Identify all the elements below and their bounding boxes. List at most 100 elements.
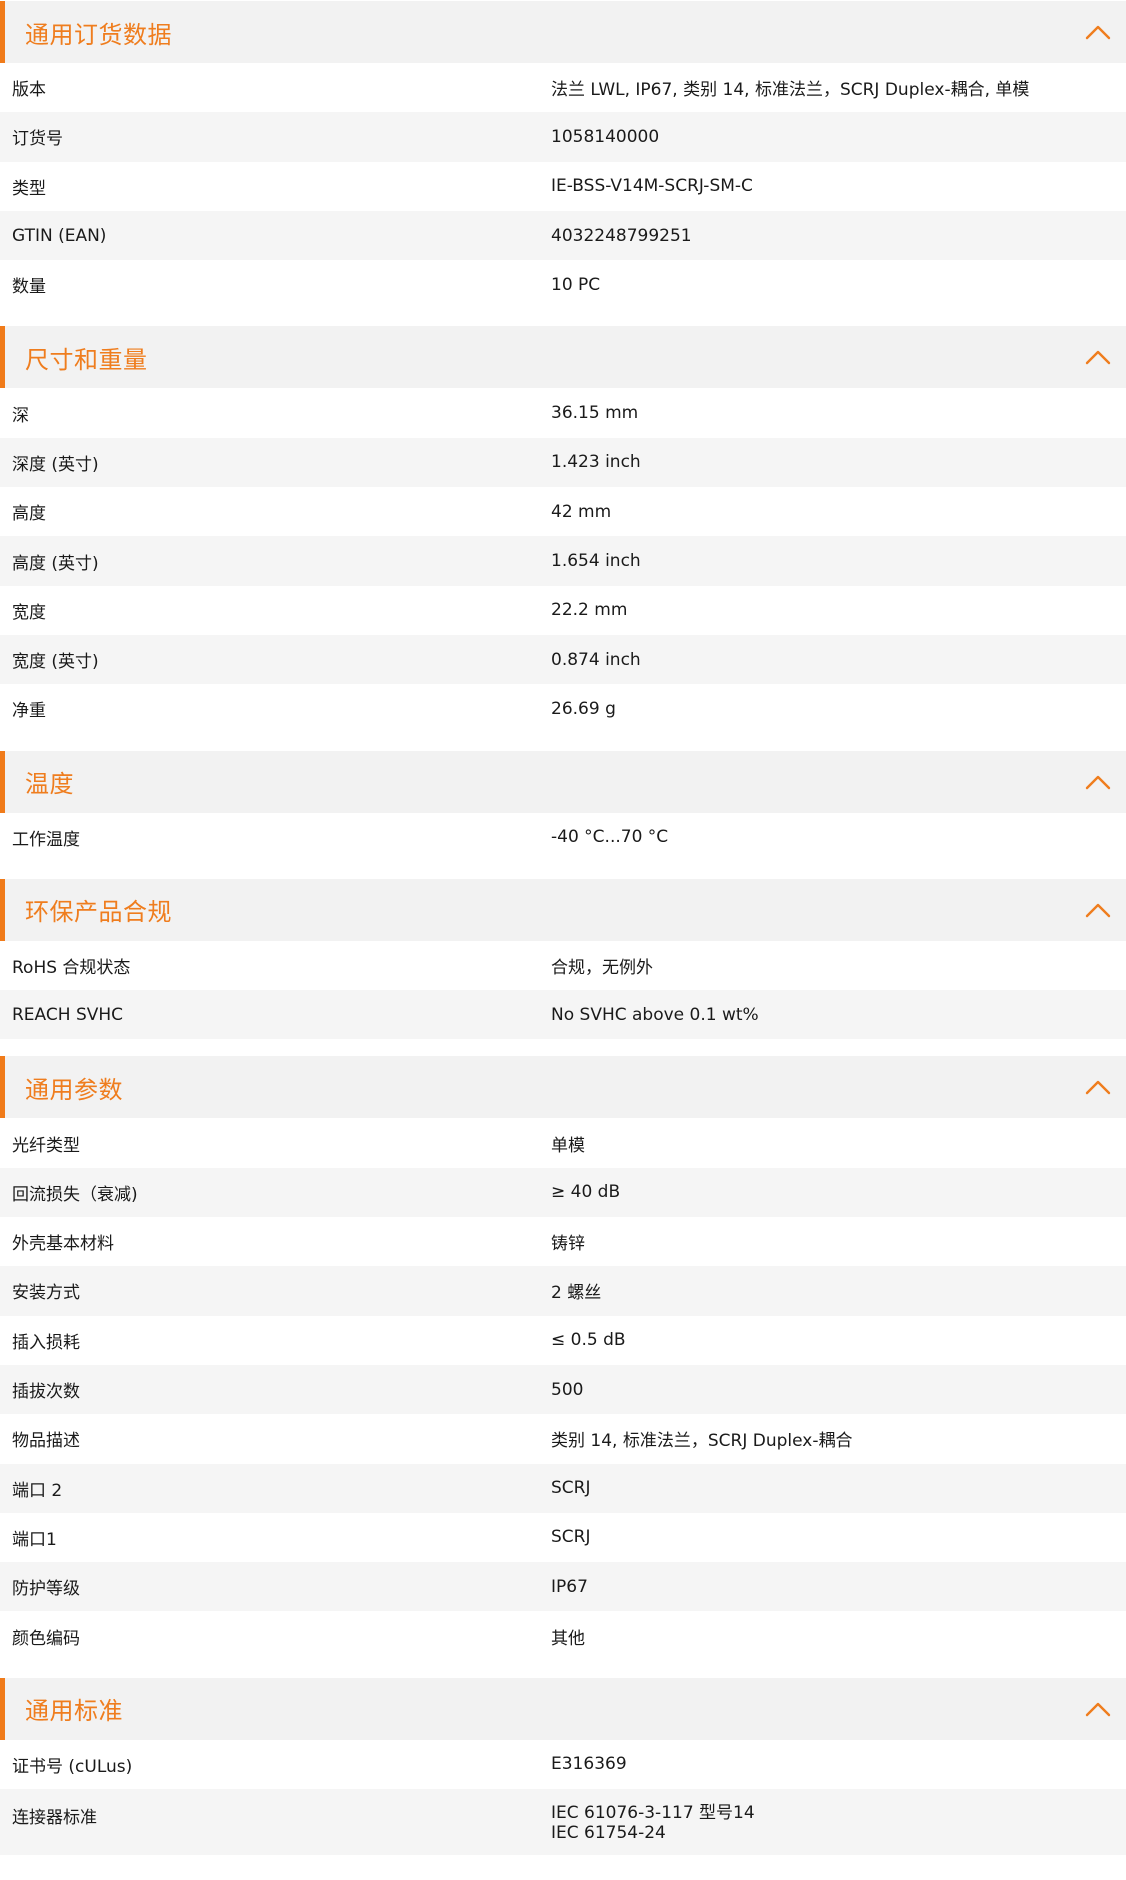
spec-row: 高度 (英寸) 1.654 inch: [0, 536, 1126, 586]
spec-value: 铸锌: [551, 1234, 585, 1255]
chevron-up-icon[interactable]: [1083, 347, 1113, 367]
chevron-up-icon[interactable]: [1083, 900, 1113, 920]
spec-label: 连接器标准: [12, 1808, 97, 1829]
spec-label: 深: [12, 405, 29, 426]
section-title: 通用参数: [25, 1075, 123, 1104]
section-header[interactable]: 通用订货数据: [0, 1, 1126, 63]
spec-row: 外壳基本材料 铸锌: [0, 1217, 1126, 1267]
spec-label: 订货号: [12, 129, 63, 150]
spec-value: 42 mm: [551, 501, 612, 522]
spec-value: 26.69 g: [551, 698, 616, 719]
spec-row: 证书号 (cULus) E316369: [0, 1739, 1126, 1790]
spec-label: 安装方式: [12, 1283, 80, 1304]
spec-label: GTIN (EAN): [12, 225, 107, 246]
spec-row: 版本 法兰 LWL, IP67, 类别 14, 标准法兰，SCRJ Duplex-…: [0, 63, 1126, 113]
spec-label: 高度: [12, 504, 46, 525]
spec-row: 插入损耗 ≤ 0.5 dB: [0, 1315, 1126, 1365]
spec-value: 4032248799251: [551, 225, 692, 246]
spec-row: 高度 42 mm: [0, 487, 1126, 537]
section-6: 通用标准证书号 (cULus) E316369 连接器标准 IEC 61076-3-1…: [0, 1677, 1126, 1856]
spec-label: 数量: [12, 277, 46, 298]
spec-value: 法兰 LWL, IP67, 类别 14, 标准法兰，SCRJ Duplex-耦合…: [551, 80, 1030, 101]
spec-row: 颜色编码 其他: [0, 1611, 1126, 1661]
chevron-up-icon[interactable]: [1083, 1077, 1113, 1097]
spec-label: 防护等级: [12, 1579, 80, 1600]
spec-row: 订货号 1058140000: [0, 112, 1126, 162]
spec-value: SCRJ: [551, 1478, 591, 1499]
spec-row: 光纤类型 单模: [0, 1118, 1126, 1168]
spec-value: 其他: [551, 1628, 585, 1649]
section-1: 通用订货数据版本 法兰 LWL, IP67, 类别 14, 标准法兰，SCRJ D…: [0, 1, 1126, 310]
spec-label: 版本: [12, 80, 46, 101]
spec-value: IE-BSS-V14M-SCRJ-SM-C: [551, 176, 753, 197]
spec-label: 净重: [12, 701, 46, 722]
spec-label: REACH SVHC: [12, 1004, 124, 1025]
spec-label: 证书号 (cULus): [12, 1756, 133, 1777]
spec-value-line: IEC 61076-3-117 型号14: [551, 1803, 755, 1824]
spec-value: No SVHC above 0.1 wt%: [551, 1004, 759, 1025]
spec-row: 数量 10 PC: [0, 260, 1126, 310]
spec-value: 10 PC: [551, 274, 601, 295]
section-title: 环保产品合规: [25, 898, 172, 927]
spec-value: SCRJ: [551, 1527, 591, 1548]
spec-value: 500: [551, 1379, 584, 1400]
spec-list: 通用订货数据版本 法兰 LWL, IP67, 类别 14, 标准法兰，SCRJ D…: [0, 0, 1126, 1856]
spec-row: 宽度 22.2 mm: [0, 585, 1126, 635]
section-title: 尺寸和重量: [25, 345, 148, 374]
spec-label: 深度 (英寸): [12, 454, 99, 475]
spec-value: 22.2 mm: [551, 600, 628, 621]
section-title: 温度: [25, 770, 74, 799]
section-header[interactable]: 尺寸和重量: [0, 326, 1126, 389]
spec-label: 光纤类型: [12, 1135, 80, 1156]
spec-row: 回流损失（衰减) ≥ 40 dB: [0, 1167, 1126, 1218]
spec-value: ≤ 0.5 dB: [551, 1330, 626, 1351]
page: 通用订货数据版本 法兰 LWL, IP67, 类别 14, 标准法兰，SCRJ D…: [0, 0, 1126, 1880]
section-title: 通用标准: [25, 1697, 123, 1726]
spec-value: 1058140000: [551, 126, 660, 147]
spec-row: GTIN (EAN) 4032248799251: [0, 210, 1126, 261]
spec-label: 插拔次数: [12, 1382, 80, 1403]
spec-row: 净重 26.69 g: [0, 684, 1126, 734]
spec-row: 安装方式 2 螺丝: [0, 1266, 1126, 1316]
spec-value: 单模: [551, 1135, 585, 1156]
spec-label: 工作温度: [12, 829, 80, 850]
spec-label: 颜色编码: [12, 1628, 80, 1649]
spec-row: 端口 2 SCRJ: [0, 1463, 1126, 1513]
spec-row: 防护等级 IP67: [0, 1562, 1126, 1612]
spec-value: E316369: [551, 1754, 627, 1775]
chevron-up-icon[interactable]: [1083, 22, 1113, 42]
spec-row: 连接器标准 IEC 61076-3-117 型号14 IEC 61754-24: [0, 1789, 1126, 1856]
spec-value: 合规，无例外: [551, 958, 653, 978]
spec-row: REACH SVHC No SVHC above 0.1 wt%: [0, 990, 1126, 1040]
spec-label: 端口1: [12, 1529, 57, 1550]
spec-value: ≥ 40 dB: [551, 1182, 621, 1203]
section-4: 环保产品合规 RoHS 合规状态 合规，无例外 REACH SVHC No SVHC a…: [0, 878, 1126, 1040]
spec-row: 插拔次数 500: [0, 1364, 1126, 1415]
section-header[interactable]: 环保产品合规: [0, 878, 1126, 941]
spec-row: 端口1 SCRJ: [0, 1512, 1126, 1563]
spec-value: -40 °C...70 °C: [551, 827, 669, 848]
section-header[interactable]: 通用参数: [0, 1056, 1126, 1119]
section-5: 通用参数光纤类型 单模回流损失（衰减) ≥ 40 dB 外壳基本材料 铸锌 安装方式 2 螺…: [0, 1056, 1126, 1661]
spec-row: RoHS 合规状态 合规，无例外: [0, 940, 1126, 991]
spec-value: 类别 14, 标准法兰，SCRJ Duplex-耦合: [551, 1431, 853, 1452]
spec-label: RoHS 合规状态: [12, 958, 131, 978]
chevron-up-icon[interactable]: [1083, 772, 1113, 792]
section-header[interactable]: 通用标准: [0, 1677, 1126, 1740]
spec-label: 宽度: [12, 602, 46, 623]
chevron-up-icon[interactable]: [1083, 1699, 1113, 1719]
spec-row: 类型 IE-BSS-V14M-SCRJ-SM-C: [0, 161, 1126, 211]
spec-label: 端口 2: [12, 1480, 63, 1501]
spec-row: 工作温度 -40 °C...70 °C: [0, 812, 1126, 862]
spec-value: 1.654 inch: [551, 551, 641, 572]
spec-value: 1.423 inch: [551, 452, 641, 473]
spec-value: IP67: [551, 1576, 588, 1597]
section-title: 通用订货数据: [25, 20, 172, 49]
spec-row: 深 36.15 mm: [0, 388, 1126, 438]
spec-value: 0.874 inch: [551, 649, 641, 670]
spec-value: IEC 61076-3-117 型号14 IEC 61754-24: [539, 1803, 1126, 1843]
section-header[interactable]: 温度: [0, 750, 1126, 813]
spec-value: 36.15 mm: [551, 403, 639, 424]
spec-row: 物品描述 类别 14, 标准法兰，SCRJ Duplex-耦合: [0, 1414, 1126, 1464]
spec-row: 深度 (英寸) 1.423 inch: [0, 437, 1126, 488]
